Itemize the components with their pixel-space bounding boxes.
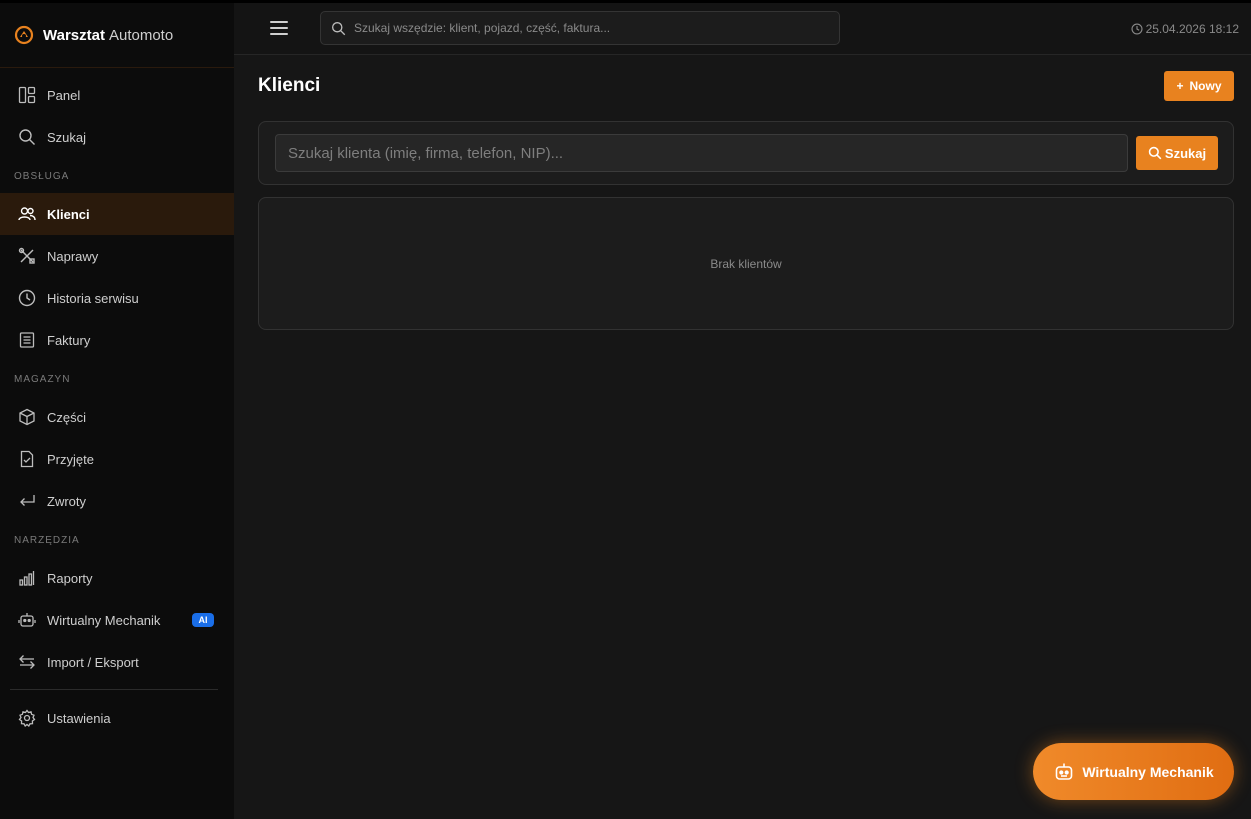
sidebar-item-przyjete[interactable]: Przyjęte xyxy=(0,438,234,480)
sidebar-item-faktury[interactable]: Faktury xyxy=(0,319,234,361)
section-label-narzedzia: NARZĘDZIA xyxy=(14,535,80,546)
ai-badge: AI xyxy=(192,613,214,627)
sidebar-item-label: Szukaj xyxy=(47,129,87,145)
robot-icon xyxy=(17,610,37,630)
swap-icon xyxy=(17,652,37,672)
sidebar-item-czesci[interactable]: Części xyxy=(0,396,234,438)
section-label-magazyn: MAGAZYN xyxy=(14,374,71,385)
sidebar-item-label: Wirtualny Mechanik xyxy=(47,612,161,628)
sidebar-item-label: Części xyxy=(47,409,87,425)
new-client-button[interactable]: + Nowy xyxy=(1164,71,1234,101)
sidebar-item-szukaj[interactable]: Szukaj xyxy=(0,116,234,158)
sidebar-item-raporty[interactable]: Raporty xyxy=(0,557,234,599)
sidebar-item-label: Przyjęte xyxy=(47,451,94,467)
box-icon xyxy=(17,407,37,427)
fab-label: Wirtualny Mechanik xyxy=(1082,763,1214,780)
datetime-display: 25.04.2026 18:12 xyxy=(1131,22,1239,36)
top-header: 25.04.2026 18:12 xyxy=(234,3,1251,55)
sidebar-item-label: Faktury xyxy=(47,332,91,348)
client-search-card: Szukaj xyxy=(258,121,1234,185)
virtual-mechanic-fab[interactable]: Wirtualny Mechanik xyxy=(1033,743,1234,800)
sidebar-item-historia-serwisu[interactable]: Historia serwisu xyxy=(0,277,234,319)
page-title: Klienci xyxy=(258,75,321,96)
sidebar-item-label: Raporty xyxy=(47,570,93,586)
tools-icon xyxy=(17,246,37,266)
section-label-obsluga: OBSŁUGA xyxy=(14,171,70,182)
sidebar-item-panel[interactable]: Panel xyxy=(0,74,234,116)
new-button-label: Nowy xyxy=(1189,79,1222,93)
clock-icon xyxy=(1131,23,1143,35)
brand[interactable]: Warsztat Automoto xyxy=(0,3,234,68)
sidebar-item-label: Naprawy xyxy=(47,248,99,264)
brand-name-light: Automoto xyxy=(108,26,174,44)
sidebar-item-label: Ustawienia xyxy=(47,710,111,726)
clients-list-empty: Brak klientów xyxy=(258,197,1234,330)
brand-gear-icon xyxy=(14,25,34,45)
sidebar-item-naprawy[interactable]: Naprawy xyxy=(0,235,234,277)
search-icon xyxy=(17,127,37,147)
return-icon xyxy=(17,491,37,511)
sidebar-item-wirtualny-mechanik[interactable]: Wirtualny Mechanik AI xyxy=(0,599,234,641)
plus-icon: + xyxy=(1176,79,1184,93)
sidebar-item-ustawienia[interactable]: Ustawienia xyxy=(0,697,234,739)
sidebar-item-label: Historia serwisu xyxy=(47,290,139,306)
sidebar-item-zwroty[interactable]: Zwroty xyxy=(0,480,234,522)
dashboard-icon xyxy=(17,85,37,105)
client-search-button[interactable]: Szukaj xyxy=(1136,136,1218,170)
sidebar-item-label: Import / Eksport xyxy=(47,654,139,670)
datetime-text: 25.04.2026 18:12 xyxy=(1145,22,1239,36)
file-check-icon xyxy=(17,449,37,469)
sidebar-item-import-eksport[interactable]: Import / Eksport xyxy=(0,641,234,683)
client-search-input[interactable] xyxy=(275,134,1128,172)
search-icon xyxy=(1148,146,1162,160)
search-icon xyxy=(331,21,346,36)
hamburger-menu-icon[interactable] xyxy=(270,21,288,37)
brand-name-bold: Warsztat xyxy=(43,26,105,44)
history-icon xyxy=(17,288,37,308)
global-search-box[interactable] xyxy=(320,11,840,45)
invoice-icon xyxy=(17,330,37,350)
empty-state-text: Brak klientów xyxy=(710,256,782,271)
global-search-input[interactable] xyxy=(354,21,824,35)
sidebar: Warsztat Automoto Panel Szukaj OBSŁUGA K… xyxy=(0,3,234,819)
sidebar-nav: Panel Szukaj OBSŁUGA Klienci Naprawy His… xyxy=(0,68,234,739)
sidebar-item-label: Zwroty xyxy=(47,493,86,509)
sidebar-item-label: Klienci xyxy=(47,206,90,222)
gear-icon xyxy=(17,708,37,728)
search-button-label: Szukaj xyxy=(1164,145,1207,161)
bar-chart-icon xyxy=(17,568,37,588)
robot-icon xyxy=(1053,761,1075,783)
sidebar-divider xyxy=(10,689,218,690)
sidebar-item-klienci[interactable]: Klienci xyxy=(0,193,234,235)
users-icon xyxy=(17,204,37,224)
sidebar-item-label: Panel xyxy=(47,87,81,103)
